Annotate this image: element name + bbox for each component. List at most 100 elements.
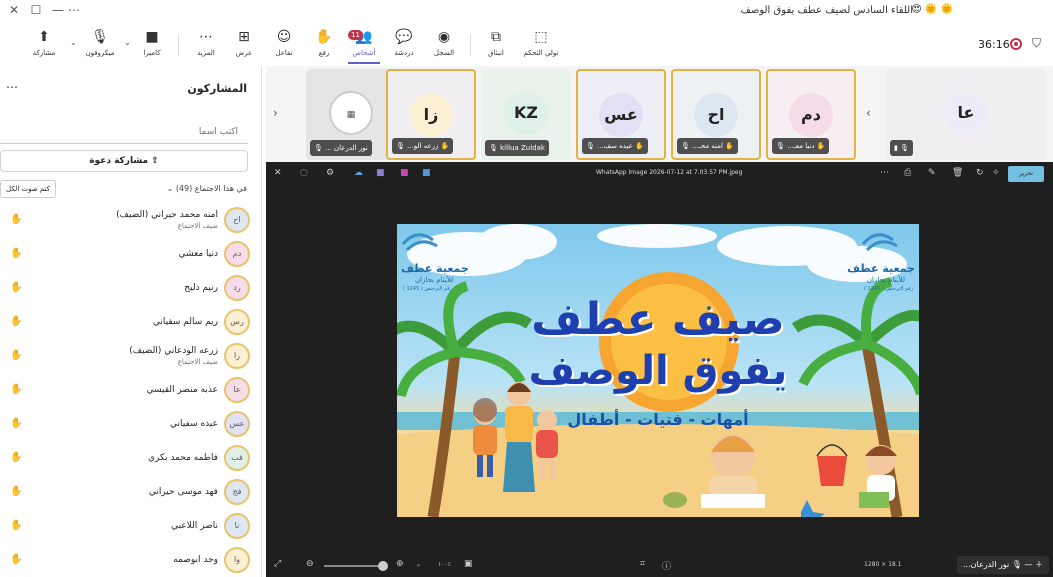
chevron-right-icon[interactable]: › xyxy=(273,106,278,120)
participant-row[interactable]: ✋ زا زرعه الودعاني (الضيف) ضيف الاجتماع xyxy=(0,340,262,374)
video-tile[interactable]: اح ✋ امنه محـ... 🎙 xyxy=(671,69,761,160)
participant-row[interactable]: ✋ عا عذبه منصر القيسي xyxy=(0,374,262,408)
zoom-out-icon[interactable]: ⊖ xyxy=(306,559,314,569)
edit-icon[interactable]: ✎ xyxy=(928,168,936,178)
participant-row[interactable]: ✋ عس عيده سفياني xyxy=(0,408,262,442)
share-icon: ⇪ xyxy=(151,156,159,166)
participant-row[interactable]: ✋ نا ناصر اللاعبي xyxy=(0,510,262,544)
zoom-dropdown-chevron[interactable]: ⌄ xyxy=(416,561,421,568)
participant-name: عذبه منصر القيسي xyxy=(146,385,219,395)
mic-off-icon: 🎙 xyxy=(586,142,598,150)
avatar: عس xyxy=(599,93,643,137)
delete-icon[interactable]: 🗑 xyxy=(952,168,963,178)
org-reg-right: رقم الترخيص ( 1245 ) xyxy=(863,286,913,292)
crop-icon[interactable]: ⌗ xyxy=(640,559,645,569)
raised-hand-icon: ✋ xyxy=(632,142,644,150)
video-tile[interactable]: عس ✋ عيده سف... 🎙 xyxy=(576,69,666,160)
zoom-in-icon[interactable]: ⊕ xyxy=(396,559,404,569)
app-icon[interactable]: ■ xyxy=(400,168,409,178)
edit-button[interactable]: تحرير xyxy=(1008,166,1044,182)
tile-name: امنه محـ... xyxy=(692,142,723,150)
close-icon[interactable]: ✕ xyxy=(274,168,282,178)
avatar: فج xyxy=(224,479,250,505)
chat-button[interactable]: 💬 دردشة xyxy=(384,28,424,64)
zoom-slider-handle[interactable] xyxy=(378,561,388,571)
shared-content-stage: ✕ ◌ ⚙ ☁ ■ ■ ■ WhatsApp Image 2026-07-12 … xyxy=(266,162,1053,577)
shared-image: جمعية عطف للأيتام بجازان رقم الترخيص ( 1… xyxy=(397,224,919,517)
zoom-level: ١٠٠٪ xyxy=(438,561,451,568)
settings-icon[interactable]: ⚙ xyxy=(326,168,334,178)
camera-button[interactable]: ■ كاميرا xyxy=(132,28,172,64)
video-tile[interactable]: دم ✋ دنيا معـ... 🎙 xyxy=(766,69,856,160)
raised-hand-icon: ✋ xyxy=(10,282,23,293)
enhance-icon[interactable]: ✧ xyxy=(992,168,1000,178)
pop-out-button[interactable]: ⧉ انبثاق xyxy=(476,28,516,64)
self-video-tile[interactable]: ＋ — 🎙 نور الدرعان... xyxy=(957,556,1049,574)
participant-row[interactable]: ✋ فج فهد موسى حيراني xyxy=(0,476,262,510)
participant-row[interactable]: ✋ رد رنيم دليح xyxy=(0,272,262,306)
panel-more-icon[interactable]: ⋯ xyxy=(6,80,18,94)
participant-search-input[interactable] xyxy=(0,120,248,143)
avatar: عس xyxy=(224,411,250,437)
window-more-icon[interactable]: ⋯ xyxy=(62,3,86,19)
chevron-down-icon[interactable]: ⌄ xyxy=(124,38,131,47)
rotate-icon[interactable]: ↻ xyxy=(976,168,984,178)
take-control-button[interactable]: ⬚ تولي التحكم xyxy=(518,28,564,64)
participant-row[interactable]: ✋ رس ريم سالم سفياني xyxy=(0,306,262,340)
chat-bubble-icon: 💬 xyxy=(395,29,413,45)
info-icon[interactable]: ⓘ xyxy=(662,559,671,572)
share-invite-button[interactable]: مشاركة دعوة ⇪ xyxy=(0,150,248,172)
record-log-button[interactable]: ◉ السجل xyxy=(424,28,464,64)
video-strip: › ‹ ▦ نور الدرعان ... 🎙 زا ✋ زرعه الو... 🎙 K… xyxy=(266,66,1053,162)
participant-row[interactable]: ✋ اح امنه محمد حيراني (الضيف) ضيف الاجتماع xyxy=(0,204,262,238)
avatar: اح xyxy=(224,207,250,233)
pop-out-icon: ⧉ xyxy=(491,29,501,45)
plus-icon[interactable]: ＋ xyxy=(1035,560,1043,569)
rotate-icon[interactable]: ◌ xyxy=(300,168,308,178)
participants-panel: ⋯ المشاركون مشاركة دعوة ⇪ في هذا الاجتما… xyxy=(0,66,262,577)
raised-hand-icon: ✋ xyxy=(10,486,23,497)
chevron-down-icon[interactable]: ⌄ xyxy=(70,38,77,47)
print-icon[interactable]: ⎙ xyxy=(904,168,911,178)
fullscreen-icon[interactable]: ⤢ xyxy=(274,559,281,569)
avatar: رد xyxy=(224,275,250,301)
video-tile[interactable]: ▦ نور الدرعان ... 🎙 xyxy=(306,69,396,160)
mic-off-icon: 🎙 xyxy=(681,142,693,150)
app-icon[interactable]: ■ xyxy=(422,168,431,178)
fit-icon[interactable]: ▣ xyxy=(464,559,473,569)
participant-row[interactable]: ✋ دم دنيا معشي xyxy=(0,238,262,272)
raise-hand-button[interactable]: ✋ رفع xyxy=(304,28,344,64)
mic-button[interactable]: 🎙 ميكروفون xyxy=(80,28,120,64)
zoom-slider-track[interactable] xyxy=(324,565,382,567)
participant-name: رنيم دليح xyxy=(184,283,218,293)
in-meeting-section-label[interactable]: في هذا الاجتماع (49) ⌄ xyxy=(167,184,247,193)
video-tile[interactable]: زا ✋ زرعه الو... 🎙 xyxy=(386,69,476,160)
video-tile[interactable]: عا 🎙 ▮ xyxy=(886,69,1046,160)
tile-name-tag: ✋ زرعه الو... 🎙 xyxy=(392,138,454,154)
more-button[interactable]: ⋯ المزيد xyxy=(186,28,226,64)
react-label: تفاعل xyxy=(275,49,293,57)
tile-name: نور الدرعان ... xyxy=(325,144,368,152)
video-tile[interactable]: KZ killua Zuldak 🎙 xyxy=(481,69,571,160)
participant-name: ناصر اللاعبي xyxy=(171,521,218,531)
people-button[interactable]: 👥 11 أشخاص xyxy=(344,28,384,64)
chevron-left-icon[interactable]: ‹ xyxy=(866,106,871,120)
participant-row[interactable]: ✋ وا وجد ابوصمه xyxy=(0,544,262,577)
cloud-icon[interactable]: ☁ xyxy=(354,168,363,178)
maximize-window-icon[interactable]: ☐ xyxy=(24,3,48,19)
close-window-icon[interactable]: ✕ xyxy=(2,3,26,19)
chevron-down-icon: ⌄ xyxy=(166,184,174,193)
share-button[interactable]: ⬆ مشاركة xyxy=(24,28,64,64)
minimize-icon[interactable]: — xyxy=(1022,560,1032,569)
more-dots-icon[interactable]: ⋯ xyxy=(880,168,889,178)
raised-hand-icon: ✋ xyxy=(10,350,23,361)
app-icon[interactable]: ■ xyxy=(376,168,385,178)
self-tile-name: نور الدرعان... xyxy=(963,560,1010,569)
view-button[interactable]: ⊞ عرض xyxy=(224,28,264,64)
tile-name: killua Zuldak xyxy=(500,144,545,152)
mute-all-button[interactable]: كتم صوت الكل xyxy=(0,180,56,198)
react-button[interactable]: ☺ تفاعل xyxy=(264,28,304,64)
take-control-label: تولي التحكم xyxy=(523,49,559,57)
participant-row[interactable]: ✋ فب فاطمه محمد بكري xyxy=(0,442,262,476)
tile-name-tag: killua Zuldak 🎙 xyxy=(485,140,549,156)
